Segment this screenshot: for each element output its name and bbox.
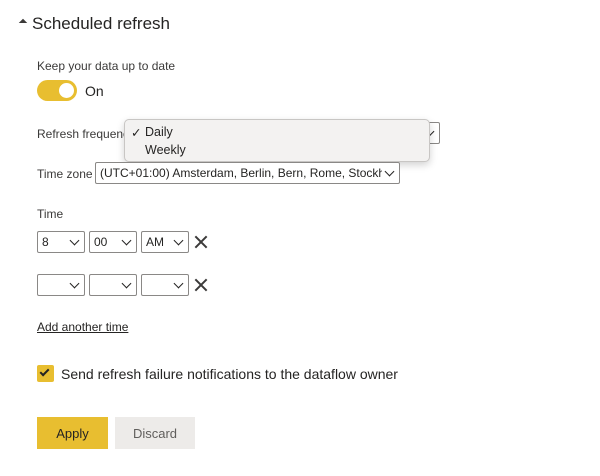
discard-button[interactable]: Discard — [115, 417, 195, 449]
checkmark-icon — [131, 143, 145, 157]
checkmark-icon — [39, 366, 50, 377]
refresh-frequency-dropdown: ✓ Daily Weekly — [124, 119, 430, 162]
chevron-down-icon — [384, 166, 395, 176]
hour-select[interactable]: 8 — [37, 231, 85, 253]
minute-value: 00 — [94, 235, 108, 249]
add-another-time-link[interactable]: Add another time — [37, 320, 128, 334]
ampm-select[interactable] — [141, 274, 189, 296]
refresh-frequency-label: Refresh frequenc — [37, 127, 130, 141]
checkmark-icon: ✓ — [131, 126, 142, 140]
chevron-down-icon — [69, 278, 80, 288]
close-icon[interactable] — [194, 235, 208, 249]
chevron-down-icon — [121, 278, 132, 288]
toggle-state-label: On — [85, 83, 104, 99]
chevron-down-icon — [121, 235, 132, 245]
chevron-down-icon — [173, 278, 184, 288]
option-daily[interactable]: ✓ Daily — [131, 125, 173, 140]
option-label: Daily — [145, 125, 173, 139]
ampm-value: AM — [146, 235, 164, 249]
option-weekly[interactable]: Weekly — [131, 143, 186, 157]
time-label: Time — [37, 207, 64, 221]
chevron-down-icon — [173, 235, 184, 245]
minute-select[interactable]: 00 — [89, 231, 137, 253]
notification-label: Send refresh failure notifications to th… — [61, 366, 398, 382]
hour-select[interactable] — [37, 274, 85, 296]
close-icon[interactable] — [194, 278, 208, 292]
refresh-toggle[interactable] — [37, 80, 77, 101]
ampm-select[interactable]: AM — [141, 231, 189, 253]
section-title: Scheduled refresh — [32, 14, 170, 33]
time-zone-value: (UTC+01:00) Amsterdam, Berlin, Bern, Rom… — [100, 166, 382, 180]
minute-select[interactable] — [89, 274, 137, 296]
time-zone-label: Time zone — [37, 167, 93, 181]
option-label: Weekly — [145, 143, 186, 157]
caret-down-icon — [18, 18, 28, 28]
apply-button[interactable]: Apply — [37, 417, 108, 449]
notification-checkbox[interactable] — [37, 365, 54, 382]
hour-value: 8 — [42, 235, 49, 249]
keep-up-to-date-label: Keep your data up to date — [37, 59, 176, 73]
toggle-knob — [59, 83, 74, 98]
chevron-down-icon — [69, 235, 80, 245]
time-zone-select[interactable]: (UTC+01:00) Amsterdam, Berlin, Bern, Rom… — [95, 162, 400, 184]
scheduled-refresh-header[interactable]: Scheduled refresh — [18, 14, 170, 34]
